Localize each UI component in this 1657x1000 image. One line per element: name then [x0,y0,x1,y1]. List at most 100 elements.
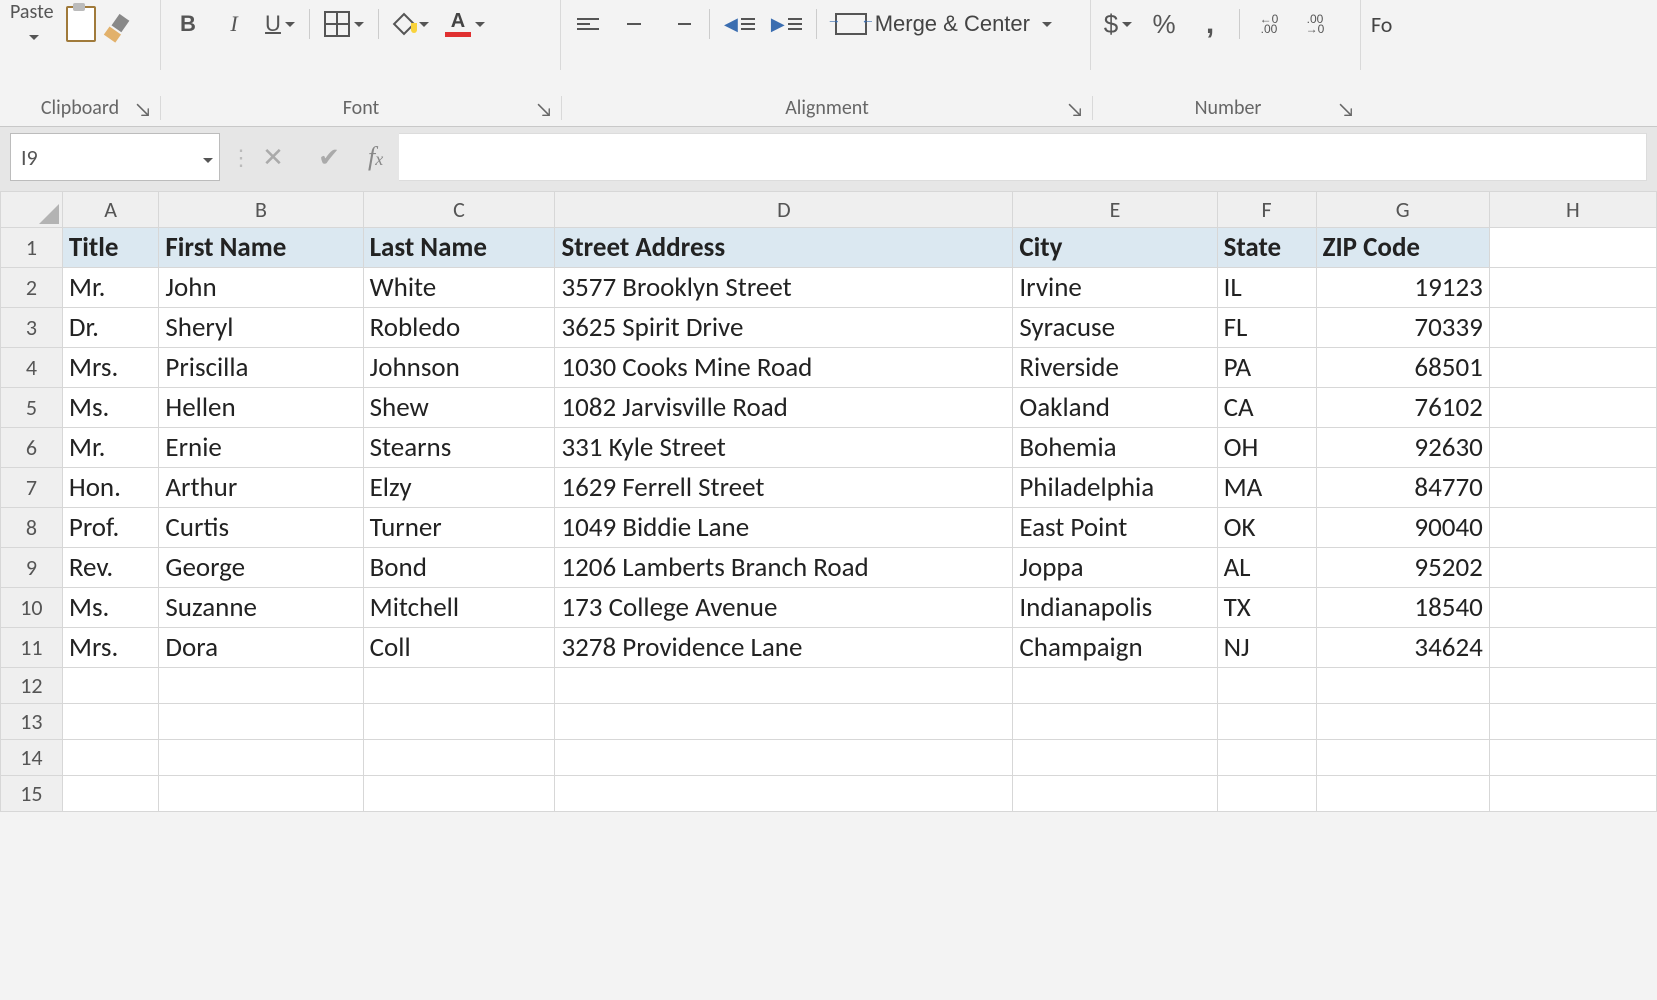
row-header-5[interactable]: 5 [1,388,63,428]
cell-title[interactable]: Mrs. [62,348,159,388]
enter-button[interactable]: ✔ [312,140,346,174]
cell-city[interactable]: Riverside [1013,348,1217,388]
font-color-button[interactable]: A [443,7,487,41]
col-header-H[interactable]: H [1489,192,1656,228]
cell[interactable] [1489,548,1656,588]
cell[interactable] [1489,308,1656,348]
cell[interactable] [1316,704,1489,740]
italic-button[interactable]: I [217,7,251,41]
cell[interactable] [62,704,159,740]
clipboard-launcher-icon[interactable]: ↘ [134,98,152,122]
header-cell[interactable]: City [1013,228,1217,268]
header-cell[interactable]: State [1217,228,1316,268]
cell-last[interactable]: Bond [363,548,555,588]
cell-zip[interactable]: 18540 [1316,588,1489,628]
row-header-12[interactable]: 12 [1,668,63,704]
fx-icon[interactable]: fx [368,142,383,172]
cell[interactable] [1217,704,1316,740]
formula-input[interactable] [399,133,1647,181]
cell[interactable] [1013,740,1217,776]
cell-street[interactable]: 3577 Brooklyn Street [555,268,1013,308]
row-header-14[interactable]: 14 [1,740,63,776]
cell[interactable] [1013,668,1217,704]
cell-state[interactable]: OH [1217,428,1316,468]
format-painter-icon[interactable] [102,12,132,44]
select-all-corner[interactable] [1,192,63,228]
cell-title[interactable]: Prof. [62,508,159,548]
cell-first[interactable]: Sheryl [159,308,363,348]
cell-zip[interactable]: 76102 [1316,388,1489,428]
cell-city[interactable]: Irvine [1013,268,1217,308]
cell-last[interactable]: Mitchell [363,588,555,628]
cell-title[interactable]: Dr. [62,308,159,348]
cell[interactable] [1013,776,1217,812]
decrease-indent-button[interactable]: ◀ [722,7,757,41]
cell[interactable] [159,668,363,704]
cell-first[interactable]: Ernie [159,428,363,468]
cell-title[interactable]: Mr. [62,428,159,468]
cell-state[interactable]: FL [1217,308,1316,348]
cell[interactable] [1489,268,1656,308]
number-launcher-icon[interactable]: ↘ [1337,98,1355,122]
cell[interactable] [62,668,159,704]
chevron-down-icon[interactable] [199,144,213,171]
cell-city[interactable]: Oakland [1013,388,1217,428]
col-header-B[interactable]: B [159,192,363,228]
col-header-D[interactable]: D [555,192,1013,228]
cell-state[interactable]: AL [1217,548,1316,588]
row-header-2[interactable]: 2 [1,268,63,308]
row-header-6[interactable]: 6 [1,428,63,468]
cell[interactable] [1316,740,1489,776]
cell[interactable] [1489,468,1656,508]
cell[interactable] [62,776,159,812]
cell[interactable] [1489,628,1656,668]
cell-title[interactable]: Rev. [62,548,159,588]
cell-title[interactable]: Ms. [62,388,159,428]
cell-state[interactable]: CA [1217,388,1316,428]
cell[interactable] [1316,776,1489,812]
cell-first[interactable]: Priscilla [159,348,363,388]
row-header-10[interactable]: 10 [1,588,63,628]
cell-last[interactable]: Robledo [363,308,555,348]
cell[interactable] [1489,668,1656,704]
cell-last[interactable]: Shew [363,388,555,428]
row-header-9[interactable]: 9 [1,548,63,588]
col-header-G[interactable]: G [1316,192,1489,228]
cell-first[interactable]: George [159,548,363,588]
col-header-E[interactable]: E [1013,192,1217,228]
cell-state[interactable]: IL [1217,268,1316,308]
cell-city[interactable]: Joppa [1013,548,1217,588]
cell-zip[interactable]: 19123 [1316,268,1489,308]
cell-title[interactable]: Ms. [62,588,159,628]
cell-state[interactable]: OK [1217,508,1316,548]
cell[interactable] [555,740,1013,776]
cell[interactable] [1489,428,1656,468]
cell-zip[interactable]: 68501 [1316,348,1489,388]
cell[interactable] [159,740,363,776]
col-header-A[interactable]: A [62,192,159,228]
row-header-8[interactable]: 8 [1,508,63,548]
font-launcher-icon[interactable]: ↘ [535,98,553,122]
cell-city[interactable]: Philadelphia [1013,468,1217,508]
header-cell[interactable]: Last Name [363,228,555,268]
cell-street[interactable]: 1049 Biddie Lane [555,508,1013,548]
cell-last[interactable]: White [363,268,555,308]
cell-street[interactable]: 1629 Ferrell Street [555,468,1013,508]
cell-city[interactable]: Champaign [1013,628,1217,668]
name-box[interactable]: I9 [10,133,220,181]
cell-last[interactable]: Coll [363,628,555,668]
cell-last[interactable]: Elzy [363,468,555,508]
increase-decimal-button[interactable]: ←0.00 [1252,7,1286,41]
cell-city[interactable]: East Point [1013,508,1217,548]
row-header-13[interactable]: 13 [1,704,63,740]
cell[interactable] [1217,776,1316,812]
cell-state[interactable]: MA [1217,468,1316,508]
borders-button[interactable] [322,7,366,41]
row-header-1[interactable]: 1 [1,228,63,268]
cell[interactable] [1489,776,1656,812]
cell-first[interactable]: Dora [159,628,363,668]
row-header-11[interactable]: 11 [1,628,63,668]
merge-center-button[interactable]: Merge & Center [829,7,1058,41]
cell[interactable] [1489,388,1656,428]
cell-first[interactable]: Suzanne [159,588,363,628]
